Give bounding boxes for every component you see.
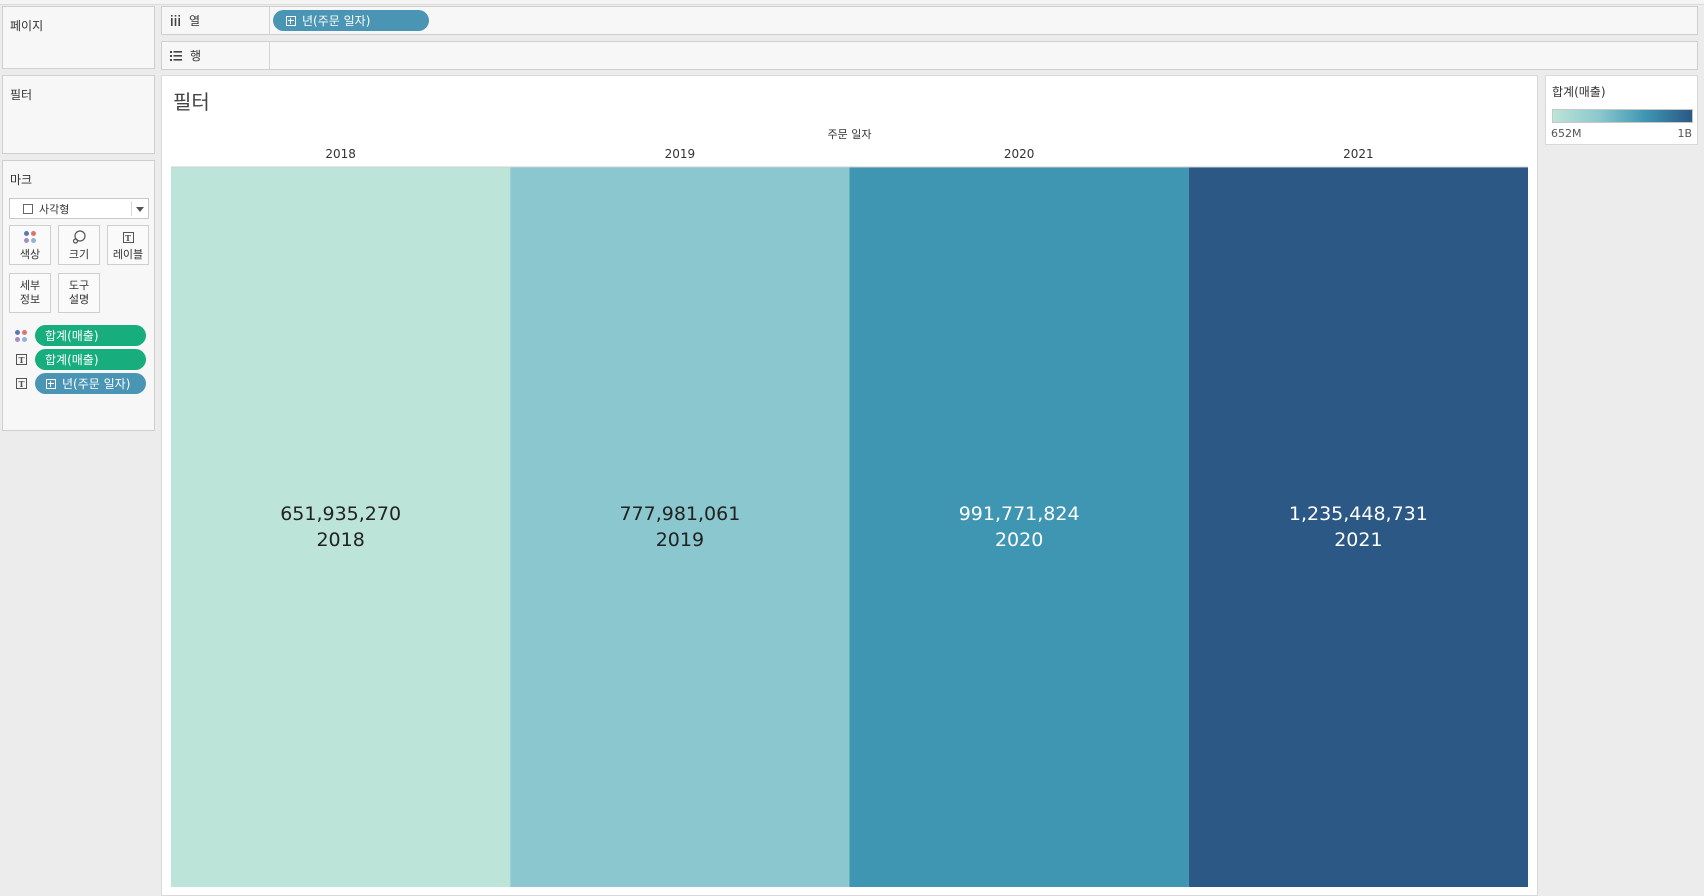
cell-year-label: 2020 [995, 529, 1043, 551]
marks-panel-title: 마크 [10, 173, 33, 187]
size-icon [72, 230, 86, 244]
mark-type-label: 사각형 [39, 202, 70, 216]
label-icon: T [122, 231, 134, 243]
legend-min-label: 652M [1551, 127, 1582, 140]
year-tick-label: 2020 [1004, 147, 1035, 161]
expand-plus-icon [286, 15, 296, 26]
expand-plus-icon [46, 378, 56, 389]
chevron-down-icon [136, 207, 144, 212]
year-cell[interactable] [171, 167, 511, 887]
cell-year-label: 2021 [1334, 529, 1382, 551]
rows-icon [170, 50, 182, 61]
color-button-label: 색상 [19, 248, 41, 261]
viz-area: 필터 주문 일자 2018 651,935,270 2018 2019 777,981,0… [161, 75, 1538, 896]
columns-shelf[interactable]: 열 년(주문 일자) [161, 6, 1698, 35]
legend-max-label: 1B [1677, 127, 1692, 140]
columns-icon [171, 15, 180, 26]
filters-panel-title: 필터 [10, 88, 33, 102]
top-toolbar-strip [0, 0, 1704, 5]
marks-panel: 마크 사각형 색상 크기 T 레이블 세부 정보 도구 설명 합계(매출) T … [2, 160, 155, 431]
marks-field-label-sales[interactable]: T 합계(매출) [15, 349, 149, 370]
mark-type-dropdown[interactable]: 사각형 [9, 198, 149, 219]
square-mark-icon [23, 203, 33, 214]
legend-title: 합계(매출) [1552, 85, 1606, 99]
pill-label: 년(주문 일자) [302, 14, 371, 28]
column-header-label: 주문 일자 [828, 127, 872, 141]
year-order-date-pill[interactable]: 년(주문 일자) [273, 10, 429, 31]
pill-label: 합계(매출) [45, 353, 99, 367]
label-button-label: 레이블 [112, 248, 144, 261]
pill-label: 합계(매출) [45, 329, 99, 343]
pill-label: 년(주문 일자) [62, 377, 131, 391]
detail-button-label: 세부 정보 [19, 279, 41, 306]
rows-shelf-label-area: 행 [162, 42, 270, 69]
cell-value-label: 777,981,061 [619, 503, 740, 525]
year-tick-label: 2018 [325, 147, 356, 161]
tooltip-button[interactable]: 도구 설명 [58, 273, 100, 313]
year-cell[interactable] [1188, 167, 1528, 887]
sum-sales-pill[interactable]: 합계(매출) [35, 349, 146, 370]
label-button[interactable]: T 레이블 [107, 225, 149, 265]
legend-gradient-bar [1552, 109, 1693, 123]
columns-shelf-label-area: 열 [162, 7, 270, 34]
columns-shelf-label: 열 [189, 14, 201, 28]
cell-value-label: 651,935,270 [280, 503, 401, 525]
sum-sales-pill[interactable]: 합계(매출) [35, 325, 146, 346]
marks-field-color[interactable]: 합계(매출) [15, 325, 149, 346]
pages-panel-title: 페이지 [10, 19, 44, 33]
cell-value-label: 991,771,824 [959, 503, 1080, 525]
tooltip-button-label: 도구 설명 [68, 279, 90, 306]
cell-year-label: 2019 [656, 529, 704, 551]
size-button[interactable]: 크기 [58, 225, 100, 265]
pages-panel[interactable]: 페이지 [2, 6, 155, 69]
year-tick-label: 2021 [1343, 147, 1374, 161]
year-order-date-pill[interactable]: 년(주문 일자) [35, 373, 146, 394]
detail-button[interactable]: 세부 정보 [9, 273, 51, 313]
rows-shelf-label: 행 [190, 49, 202, 63]
filters-panel[interactable]: 필터 [2, 75, 155, 154]
size-button-label: 크기 [68, 248, 90, 261]
year-tick-label: 2019 [665, 147, 696, 161]
year-cell[interactable] [849, 167, 1189, 887]
cell-value-label: 1,235,448,731 [1289, 503, 1428, 525]
text-label-icon: T [16, 354, 27, 365]
cell-year-label: 2018 [316, 529, 364, 551]
text-label-icon: T [16, 378, 27, 389]
color-dots-icon [24, 231, 36, 243]
color-legend[interactable]: 합계(매출) 652M 1B [1545, 75, 1698, 145]
heatmap-chart: 주문 일자 2018 651,935,270 2018 2019 777,981,061 2… [171, 127, 1528, 887]
marks-field-label-year[interactable]: T 년(주문 일자) [15, 373, 149, 394]
year-cell[interactable] [510, 167, 850, 887]
rows-shelf[interactable]: 행 [161, 41, 1698, 70]
color-button[interactable]: 색상 [9, 225, 51, 265]
dropdown-divider [131, 201, 132, 216]
color-dots-icon [15, 330, 27, 342]
